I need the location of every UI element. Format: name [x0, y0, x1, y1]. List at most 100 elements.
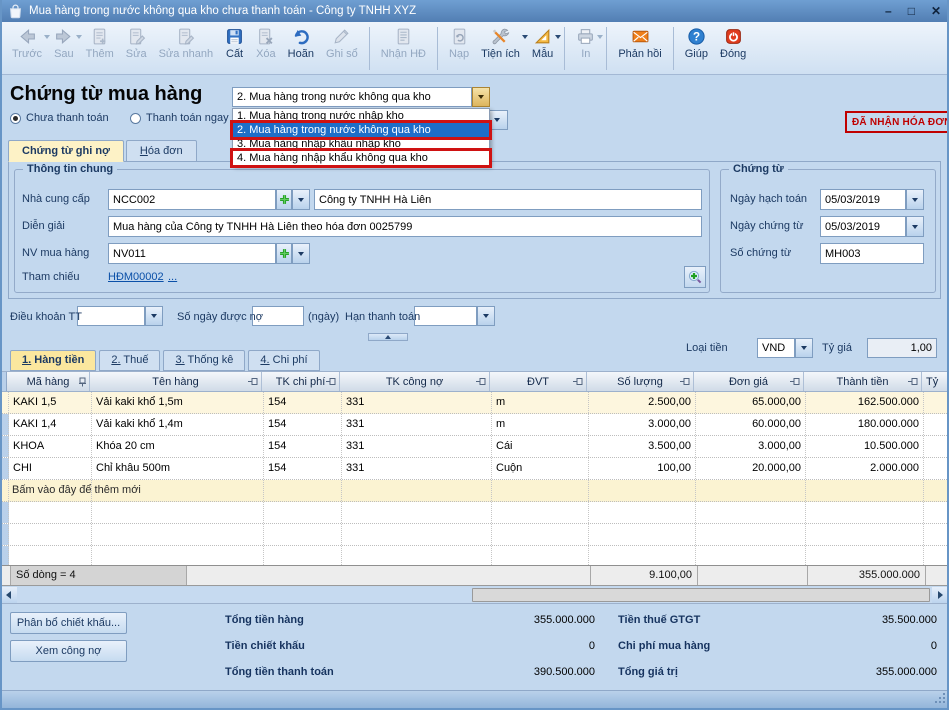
collapse-panel-button[interactable]: [368, 333, 408, 341]
row-selector[interactable]: [0, 458, 9, 479]
radio-thanh-toan-ngay[interactable]: Thanh toán ngay: [130, 112, 229, 124]
column-header-5[interactable]: ĐVT: [490, 372, 587, 391]
column-header-8[interactable]: Thành tiền: [804, 372, 922, 391]
maximize-button[interactable]: □: [908, 5, 915, 17]
cell[interactable]: 154: [264, 458, 342, 479]
cell[interactable]: [924, 392, 949, 413]
column-header-4[interactable]: TK công nợ: [340, 372, 490, 391]
toolbar-button-hoan[interactable]: Hoãn: [282, 25, 320, 72]
cell[interactable]: Vải kaki khổ 1,4m: [92, 414, 264, 435]
column-header-2[interactable]: Tên hàng: [90, 372, 262, 391]
toolbar-button-label: In: [581, 48, 590, 60]
cell[interactable]: 154: [264, 414, 342, 435]
tab-chung-tu-ghi-no[interactable]: Chứng từ ghi nợ: [8, 140, 124, 162]
toolbar-button-cat[interactable]: Cất: [219, 25, 250, 72]
column-header-6[interactable]: Số lượng: [587, 372, 694, 391]
doc-type-option-3[interactable]: 3. Mua hàng nhập khẩu nhập kho: [233, 137, 489, 151]
cell[interactable]: CHI: [9, 458, 92, 479]
credit-days-label: Số ngày được nợ: [177, 311, 263, 323]
close-button[interactable]: ✕: [931, 5, 941, 17]
cell[interactable]: 65.000,00: [696, 392, 806, 413]
doc-type-input[interactable]: [232, 87, 472, 107]
column-header-7[interactable]: Đơn giá: [694, 372, 804, 391]
cell[interactable]: Vải kaki khổ 1,5m: [92, 392, 264, 413]
doc-type-option-2[interactable]: 2. Mua hàng trong nước không qua kho: [233, 123, 489, 137]
cell[interactable]: Chỉ khâu 500m: [92, 458, 264, 479]
row-selector[interactable]: [0, 392, 9, 413]
zoom-add-button[interactable]: [684, 266, 706, 288]
cell[interactable]: 331: [342, 458, 492, 479]
column-header-3[interactable]: TK chi phí: [262, 372, 340, 391]
scroll-right-button[interactable]: [932, 587, 949, 603]
resize-grip-icon[interactable]: [934, 692, 946, 707]
cell[interactable]: 3.000,00: [696, 436, 806, 457]
cell[interactable]: 10.500.000: [806, 436, 924, 457]
svg-text:?: ?: [693, 31, 700, 44]
detail-tab-2[interactable]: 2. Thuế: [99, 350, 160, 371]
doc-type-option-4[interactable]: 4. Mua hàng nhập khẩu không qua kho: [233, 151, 489, 165]
cell[interactable]: 100,00: [589, 458, 696, 479]
view-payables-button[interactable]: Xem công nợ: [10, 640, 127, 662]
cell[interactable]: 2.000.000: [806, 458, 924, 479]
toolbar-button-tien-ich[interactable]: Tiện ích: [475, 25, 526, 72]
due-date-dropdown-button[interactable]: [477, 306, 495, 326]
toolbar-button-xoa: Xóa: [250, 25, 282, 72]
cell[interactable]: 60.000,00: [696, 414, 806, 435]
column-header-label: Tên hàng: [152, 376, 198, 388]
currency-input[interactable]: [757, 338, 795, 358]
tab-hoa-don[interactable]: Hóa đơn: [126, 140, 197, 162]
cell[interactable]: [924, 458, 949, 479]
cell[interactable]: 20.000,00: [696, 458, 806, 479]
detail-tab-1[interactable]: 1. Hàng tiền: [10, 350, 96, 371]
cell[interactable]: Cái: [492, 436, 589, 457]
cell[interactable]: KHOA: [9, 436, 92, 457]
cell[interactable]: 331: [342, 414, 492, 435]
payment-terms-input[interactable]: [77, 306, 145, 326]
column-header-9[interactable]: Tỷ: [922, 372, 949, 391]
doc-type-option-1[interactable]: 1. Mua hàng trong nước nhập kho: [233, 109, 489, 123]
cell[interactable]: Cuộn: [492, 458, 589, 479]
envelope-icon: [631, 27, 650, 46]
cell[interactable]: 162.500.000: [806, 392, 924, 413]
cell[interactable]: m: [492, 414, 589, 435]
detail-tab-3[interactable]: 3. Thống kê: [163, 350, 245, 371]
toolbar-button-nhan-hd: Nhận HĐ: [375, 25, 432, 72]
toolbar-button-phan-hoi[interactable]: Phản hồi: [612, 25, 667, 72]
toolbar-button-giup[interactable]: ?Giúp: [679, 25, 714, 72]
cell[interactable]: [924, 436, 949, 457]
cell[interactable]: 180.000.000: [806, 414, 924, 435]
cell[interactable]: KAKI 1,5: [9, 392, 92, 413]
cell[interactable]: 331: [342, 436, 492, 457]
currency-dropdown-button[interactable]: [795, 338, 813, 358]
add-new-row[interactable]: Bấm vào đây để thêm mới: [0, 480, 949, 502]
detail-tab-4[interactable]: 4. Chi phí: [248, 350, 319, 371]
cell[interactable]: Khóa 20 cm: [92, 436, 264, 457]
toolbar-button-mau[interactable]: Mẫu: [526, 25, 559, 72]
due-date-input[interactable]: [414, 306, 477, 326]
cell[interactable]: 154: [264, 436, 342, 457]
reference-link[interactable]: HĐM00002: [108, 271, 164, 283]
minimize-button[interactable]: –: [885, 5, 892, 17]
cell[interactable]: m: [492, 392, 589, 413]
cell[interactable]: [924, 414, 949, 435]
cell[interactable]: 2.500,00: [589, 392, 696, 413]
cell[interactable]: 154: [264, 392, 342, 413]
toolbar-button-label: Mẫu: [532, 48, 553, 60]
cell[interactable]: 331: [342, 392, 492, 413]
row-selector[interactable]: [0, 436, 9, 457]
allocate-discount-button[interactable]: Phân bổ chiết khấu...: [10, 612, 127, 634]
cell[interactable]: 3.500,00: [589, 436, 696, 457]
reference-more-link[interactable]: ...: [168, 271, 177, 283]
table-body: KAKI 1,5Vải kaki khổ 1,5m154331m2.500,00…: [0, 392, 949, 565]
cell[interactable]: KAKI 1,4: [9, 414, 92, 435]
radio-chua-thanh-toan[interactable]: Chưa thanh toán: [10, 112, 109, 124]
doc-type-dropdown-button[interactable]: [472, 87, 490, 107]
cell[interactable]: 3.000,00: [589, 414, 696, 435]
toolbar-button-dong[interactable]: Đóng: [714, 25, 752, 72]
payment-terms-dropdown-button[interactable]: [145, 306, 163, 326]
cell: [806, 480, 924, 501]
scroll-left-button[interactable]: [0, 587, 17, 603]
column-header-1[interactable]: Mã hàng: [7, 372, 90, 391]
scrollbar-thumb[interactable]: [472, 588, 930, 602]
row-selector[interactable]: [0, 414, 9, 435]
